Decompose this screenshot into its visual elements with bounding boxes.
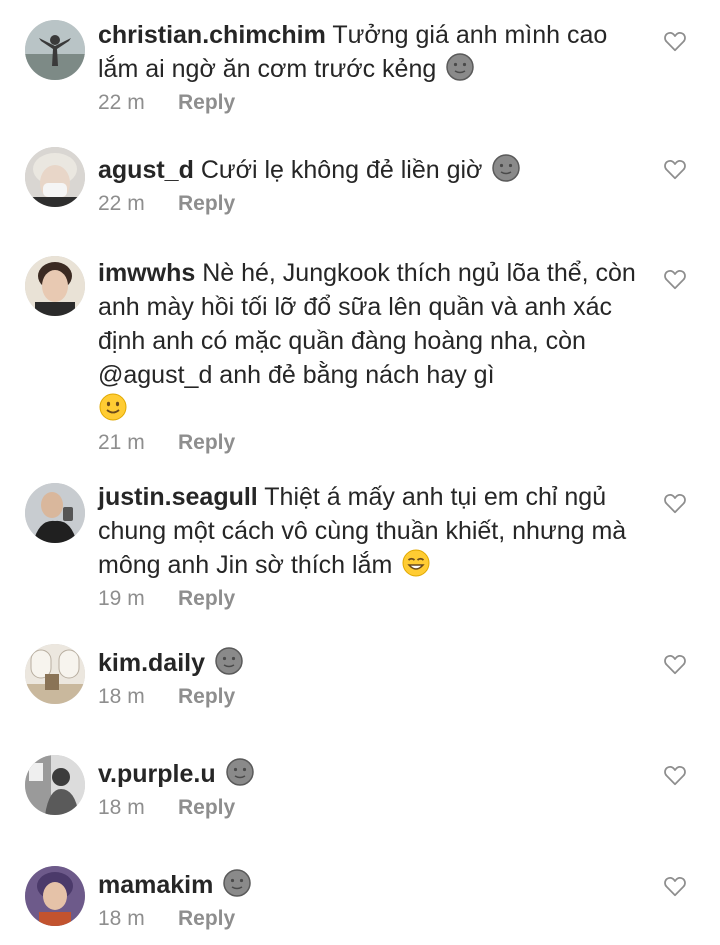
avatar[interactable] xyxy=(25,147,85,207)
heart-icon[interactable] xyxy=(662,490,688,516)
comment-username[interactable]: justin.seagull xyxy=(98,483,258,511)
comment-message: Cưới lẹ không đẻ liền giờ xyxy=(200,156,483,184)
avatar[interactable] xyxy=(25,644,85,704)
winking-grin-face-icon xyxy=(402,549,430,577)
comment-username[interactable]: v.purple.u xyxy=(98,760,216,788)
comment-time: 18 m xyxy=(98,796,145,819)
comment-meta: 22 m Reply xyxy=(98,88,646,118)
comment-meta: 18 m Reply xyxy=(98,682,646,712)
moon-face-icon xyxy=(446,53,474,81)
moon-face-icon xyxy=(225,758,254,786)
comment-meta: 21 m Reply xyxy=(98,428,646,458)
avatar[interactable] xyxy=(25,483,85,543)
comment-text: imwwhs Nè hé, Jungkook thích ngủ lõa thể… xyxy=(98,256,646,426)
heart-icon[interactable] xyxy=(662,266,688,292)
heart-icon[interactable] xyxy=(662,762,688,788)
comment-time: 18 m xyxy=(98,685,145,708)
comment-time: 18 m xyxy=(98,907,145,930)
comment-username[interactable]: imwwhs xyxy=(98,259,195,287)
reply-button[interactable]: Reply xyxy=(178,907,235,930)
avatar[interactable] xyxy=(25,20,85,80)
comment-time: 22 m xyxy=(98,91,145,114)
reply-button[interactable]: Reply xyxy=(178,192,235,215)
comment-text: justin.seagull Thiệt á mấy anh tụi em ch… xyxy=(98,480,646,582)
heart-icon[interactable] xyxy=(662,651,688,677)
comment-time: 19 m xyxy=(98,587,145,610)
comment-username[interactable]: agust_d xyxy=(98,156,194,184)
moon-face-icon xyxy=(215,647,243,675)
comment-time: 22 m xyxy=(98,192,145,215)
moon-face-icon xyxy=(223,869,252,897)
comment-meta: 22 m Reply xyxy=(98,189,646,219)
comment-meta: 18 m Reply xyxy=(98,793,646,823)
heart-icon[interactable] xyxy=(662,156,688,182)
reply-button[interactable]: Reply xyxy=(178,685,235,708)
comment-text: agust_d Cưới lẹ không đẻ liền giờ xyxy=(98,153,646,187)
heart-icon[interactable] xyxy=(662,28,688,54)
reply-button[interactable]: Reply xyxy=(178,796,235,819)
comment-text: christian.chimchim Tưởng giá anh mình ca… xyxy=(98,18,646,86)
comment-text: v.purple.u xyxy=(98,757,646,791)
comment-list: christian.chimchim Tưởng giá anh mình ca… xyxy=(0,0,720,945)
comment-time: 21 m xyxy=(98,431,145,454)
avatar[interactable] xyxy=(25,866,85,926)
avatar[interactable] xyxy=(25,256,85,316)
comment-text: kim.daily xyxy=(98,646,646,680)
slightly-smiling-face-icon xyxy=(99,393,127,421)
comment-username[interactable]: kim.daily xyxy=(98,649,205,677)
comment-username[interactable]: mamakim xyxy=(98,871,213,899)
comment-meta: 19 m Reply xyxy=(98,584,646,614)
reply-button[interactable]: Reply xyxy=(178,587,235,610)
avatar[interactable] xyxy=(25,755,85,815)
comment-text: mamakim xyxy=(98,868,646,902)
heart-icon[interactable] xyxy=(662,873,688,899)
comment-meta: 18 m Reply xyxy=(98,904,646,934)
moon-face-icon xyxy=(492,154,521,182)
reply-button[interactable]: Reply xyxy=(178,91,235,114)
comment-username[interactable]: christian.chimchim xyxy=(98,21,326,49)
reply-button[interactable]: Reply xyxy=(178,431,235,454)
